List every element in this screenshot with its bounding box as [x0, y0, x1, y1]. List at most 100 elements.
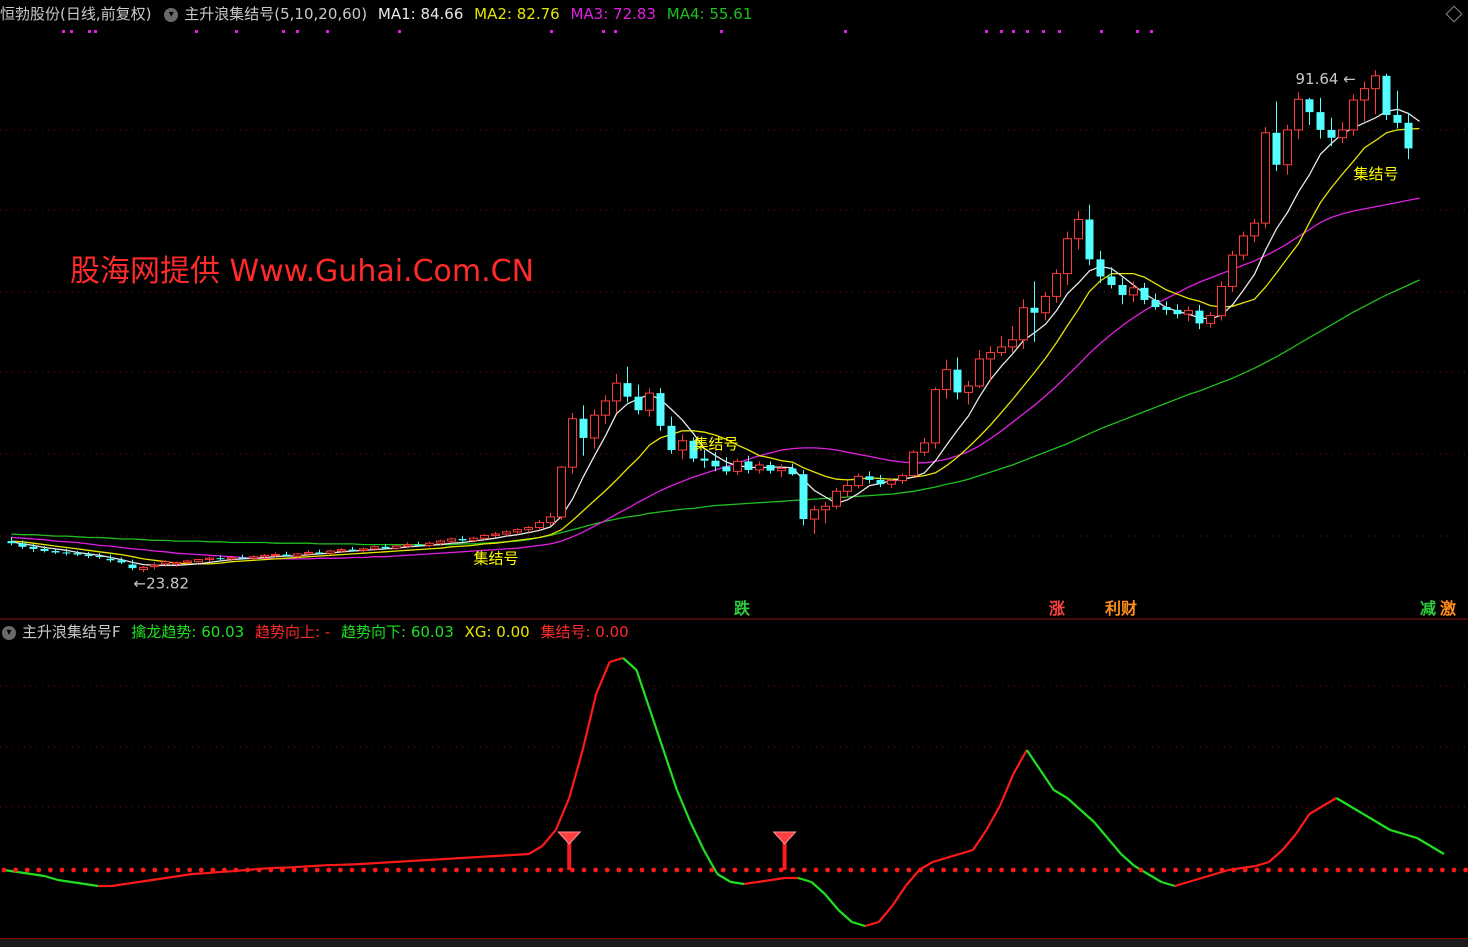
candle-body [525, 528, 533, 530]
zero-dot [651, 868, 656, 873]
zero-dot [1394, 868, 1399, 873]
candle-body [536, 523, 544, 528]
candle-body [1075, 220, 1083, 239]
oscillator-segment [556, 798, 569, 830]
zero-dot [25, 868, 30, 873]
candle-body [1141, 288, 1149, 300]
zero-dot [895, 868, 900, 873]
candle-body [107, 559, 115, 560]
zero-dot [1324, 868, 1329, 873]
candle-body [701, 459, 709, 461]
signal-dot [195, 30, 198, 33]
signal-trophy-icon [774, 832, 796, 844]
signal-dot [602, 30, 605, 33]
candle-body [591, 415, 599, 438]
candle-body [1152, 300, 1160, 307]
oscillator-segment [865, 922, 878, 926]
oscillator-segment [1363, 814, 1376, 822]
candle-body [723, 466, 731, 471]
candle-body [1361, 89, 1369, 100]
zero-dot [628, 868, 633, 873]
candle-body [811, 510, 819, 519]
oscillator-segment [1188, 878, 1201, 882]
zero-dot [698, 868, 703, 873]
oscillator-segment [1161, 882, 1174, 886]
jjh-label: 集结号 [1354, 165, 1399, 183]
oscillator-segment [1404, 834, 1417, 838]
candle-body [1262, 133, 1270, 223]
oscillator-segment [85, 884, 98, 886]
zero-dot [802, 868, 807, 873]
signal-dot [614, 30, 617, 33]
zero-dot [222, 868, 227, 873]
zero-dot [593, 868, 598, 873]
zero-dot [1463, 868, 1468, 873]
oscillator-segment [1081, 810, 1094, 822]
zero-dot [129, 868, 134, 873]
zero-dot [1382, 868, 1387, 873]
signal-dot [844, 30, 847, 33]
zero-dot [1278, 868, 1283, 873]
oscillator-segment [408, 860, 421, 861]
candle-body [547, 517, 555, 523]
candle-body [756, 465, 764, 470]
oscillator-segment [1417, 838, 1430, 846]
signal-marker: 涨 [1049, 599, 1065, 618]
candle-body [888, 481, 896, 485]
oscillator-segment [1431, 846, 1444, 854]
candle-body [173, 562, 181, 563]
zero-dot [1370, 868, 1375, 873]
signal-dot [326, 30, 329, 33]
candle-body [745, 461, 753, 470]
candle-body [877, 480, 885, 484]
oscillator-segment [125, 882, 138, 884]
zero-dot [1162, 868, 1167, 873]
zero-dot [535, 868, 540, 873]
candle-body [404, 545, 412, 546]
oscillator-segment [892, 886, 905, 906]
signal-dot [94, 30, 97, 33]
candle-body [613, 383, 621, 401]
chart-canvas[interactable]: 91.64 ←←23.82集结号集结号集结号集结号跌涨利财减激 [0, 0, 1468, 946]
signal-dot [235, 30, 238, 33]
candle-body [1053, 274, 1061, 297]
candle-body [30, 547, 38, 549]
candle-body [470, 538, 478, 540]
oscillator-segment [112, 884, 125, 886]
candle-body [96, 556, 104, 557]
oscillator-segment [879, 906, 892, 922]
zero-dot [187, 868, 192, 873]
ma3-line [12, 198, 1420, 559]
zero-dot [790, 868, 795, 873]
candle-body [1064, 239, 1072, 274]
oscillator-segment [462, 857, 475, 858]
zero-dot [1243, 868, 1248, 873]
signal-dot [1026, 30, 1029, 33]
zero-dot [524, 868, 529, 873]
zero-dot [1289, 868, 1294, 873]
zero-dot [292, 868, 297, 873]
candle-body [1339, 130, 1347, 138]
zero-dot [257, 868, 262, 873]
zero-dot [326, 868, 331, 873]
zero-dot [837, 868, 842, 873]
zero-dot [941, 868, 946, 873]
candle-body [41, 549, 49, 551]
candle-body [767, 465, 775, 471]
zero-dot [547, 868, 552, 873]
oscillator-segment [596, 662, 609, 694]
candle-body [360, 549, 368, 550]
oscillator-segment [448, 858, 461, 859]
zero-dot [384, 868, 389, 873]
candle-body [459, 539, 467, 540]
oscillator-segment [1323, 798, 1336, 806]
oscillator-segment [192, 873, 205, 874]
candle-body [162, 562, 170, 564]
candle-body [635, 397, 643, 411]
oscillator-segment [1202, 874, 1215, 878]
candle-body [1350, 100, 1358, 130]
zero-dot [338, 868, 343, 873]
candle-body [954, 370, 962, 393]
zero-dot [466, 868, 471, 873]
oscillator-segment [1309, 806, 1322, 814]
